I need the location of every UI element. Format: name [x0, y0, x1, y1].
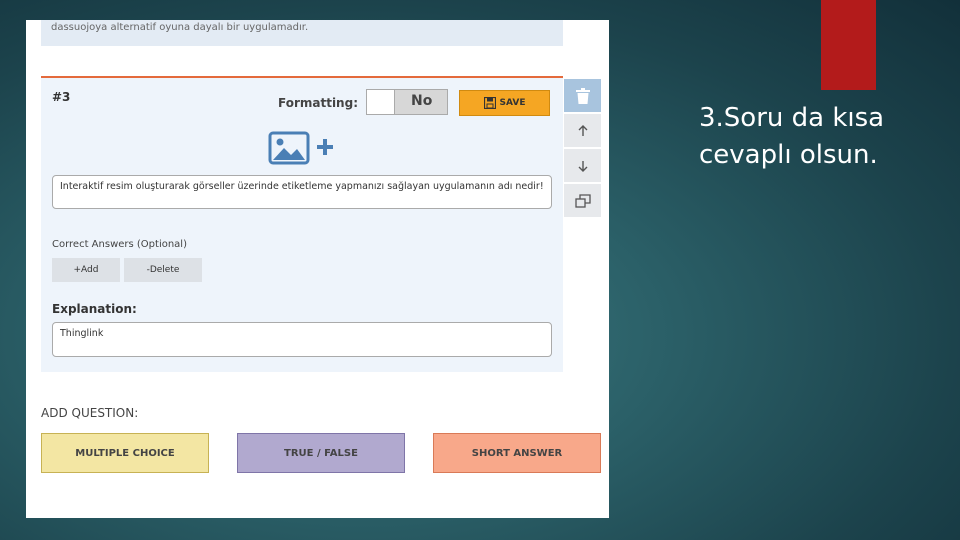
move-up-button[interactable]: [564, 114, 601, 147]
formatting-toggle[interactable]: No: [366, 89, 448, 115]
question-number: #3: [52, 90, 71, 104]
delete-question-button[interactable]: [564, 79, 601, 112]
add-image-icon[interactable]: [268, 130, 336, 166]
move-down-button[interactable]: [564, 149, 601, 182]
arrow-down-icon: [578, 160, 587, 172]
question-card: #3 Formatting: No SAVE Interaktif resim …: [41, 76, 563, 372]
quiz-editor-panel: dassuojoya alternatif oyuna dayalı bir u…: [26, 20, 609, 518]
short-answer-button[interactable]: SHORT ANSWER: [433, 433, 601, 473]
previous-question-text: dassuojoya alternatif oyuna dayalı bir u…: [51, 22, 309, 33]
question-text-input[interactable]: Interaktif resim oluşturarak görseller ü…: [52, 175, 552, 209]
copy-icon: [574, 193, 591, 208]
floppy-icon: [483, 97, 496, 109]
slide-instruction-text: 3.Soru da kısa cevaplı olsun.: [699, 103, 885, 170]
explanation-input[interactable]: Thinglink: [52, 322, 552, 357]
arrow-up-icon: [578, 124, 587, 136]
true-false-button[interactable]: TRUE / FALSE: [237, 433, 405, 473]
add-question-label: ADD QUESTION:: [41, 406, 139, 420]
multiple-choice-button[interactable]: MULTIPLE CHOICE: [41, 433, 209, 473]
correct-answers-label: Correct Answers (Optional): [52, 239, 187, 250]
save-button[interactable]: SAVE: [459, 90, 550, 116]
accent-bar: [821, 0, 876, 90]
toggle-value: No: [411, 93, 433, 109]
trash-icon: [575, 87, 590, 104]
toggle-knob: [367, 90, 395, 114]
save-label: SAVE: [499, 98, 526, 108]
explanation-label: Explanation:: [52, 302, 137, 316]
formatting-label: Formatting:: [278, 96, 358, 110]
question-actions: [564, 79, 601, 219]
previous-question-strip: dassuojoya alternatif oyuna dayalı bir u…: [41, 20, 563, 46]
add-answer-button[interactable]: +Add: [52, 258, 120, 282]
delete-answer-button[interactable]: -Delete: [124, 258, 202, 282]
duplicate-question-button[interactable]: [564, 184, 601, 217]
